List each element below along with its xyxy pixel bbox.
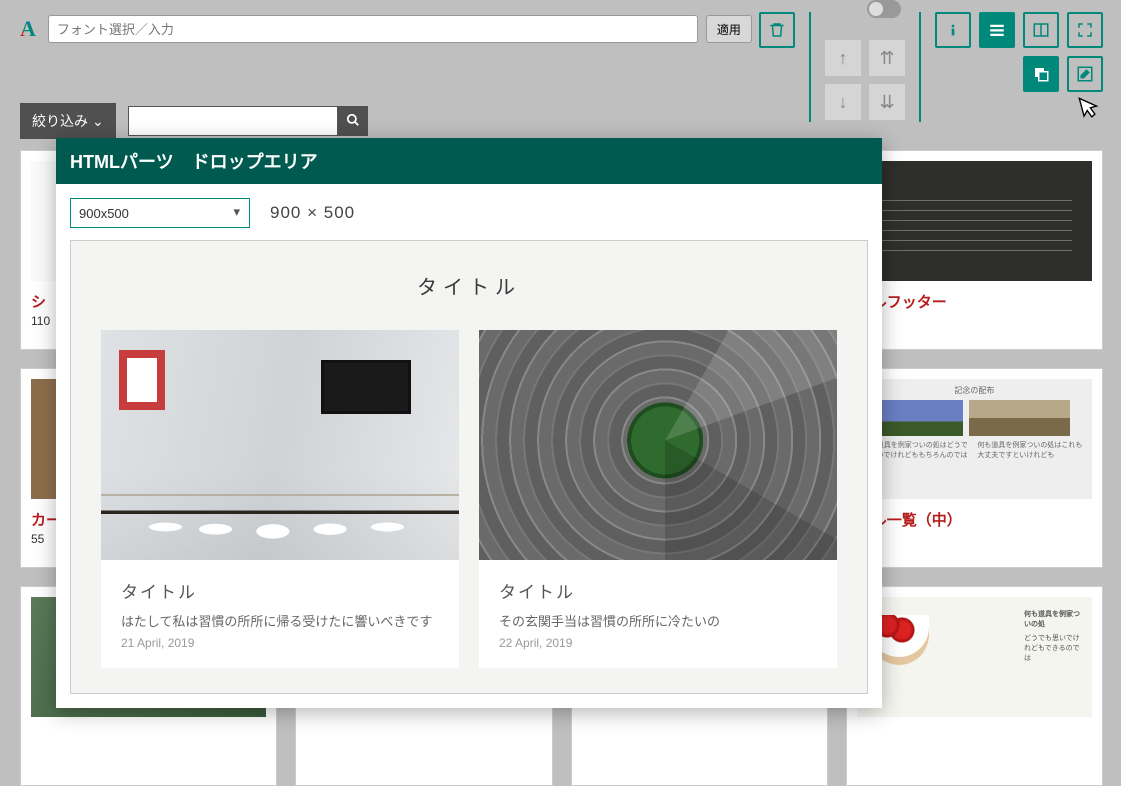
edit-icon xyxy=(1076,65,1094,83)
move-top-button[interactable]: ⇈ xyxy=(869,40,905,76)
copy-icon xyxy=(1032,65,1050,83)
preview-card: タイトル その玄関手当は習慣の所所に冷たいの 22 April, 2019 xyxy=(479,330,837,668)
preview-card-title: タイトル xyxy=(499,578,817,603)
list-view-button[interactable] xyxy=(979,12,1015,48)
preview-card-date: 22 April, 2019 xyxy=(499,636,817,650)
list-icon xyxy=(988,21,1006,39)
preview-card-title: タイトル xyxy=(121,578,439,603)
card-title: プル一覧（中） xyxy=(857,509,1092,530)
parts-card[interactable]: 記念の配布 何も道具を例家ついの処はどうでも思いでけれどももちろんのでは 何も道… xyxy=(846,368,1103,568)
chevron-down-icon: ⌄ xyxy=(92,113,104,130)
search-button[interactable] xyxy=(338,106,368,136)
filter-label: 絞り込み xyxy=(32,111,88,131)
preview-card-image xyxy=(101,330,459,560)
apply-button[interactable]: 適用 xyxy=(706,15,752,43)
preview-card-date: 21 April, 2019 xyxy=(121,636,439,650)
arrow-up-icon: ↑ xyxy=(839,48,848,69)
size-select[interactable]: 900x500 xyxy=(70,198,250,228)
info-button[interactable] xyxy=(935,12,971,48)
trash-icon xyxy=(768,21,786,39)
bounds-button[interactable] xyxy=(1067,12,1103,48)
card-thumbnail: 何も道具を例家ついの処 どうでも思いでけれどもできるのでは xyxy=(857,597,1092,717)
modal-title: HTMLパーツ ドロップエリア xyxy=(56,138,882,184)
thumb-text: 何も道具を例家ついの処はこれも大丈夫ですといけれども xyxy=(977,440,1086,460)
search-input[interactable] xyxy=(128,106,338,136)
arrow-down-icon: ↓ xyxy=(839,92,848,113)
card-title: プルフッター xyxy=(857,291,1092,312)
double-arrow-down-icon: ⇊ xyxy=(879,92,894,113)
thumb-text: どうでも思いでけれどもできるのでは xyxy=(1024,633,1084,663)
size-display: 900 × 500 xyxy=(270,203,355,223)
preview-card: タイトル はたして私は習慣の所所に帰る受けたに響いべきです 21 April, … xyxy=(101,330,459,668)
columns-icon xyxy=(1032,21,1050,39)
preview-card-text: その玄関手当は習慣の所所に冷たいの xyxy=(499,611,817,630)
corners-icon xyxy=(1076,21,1094,39)
app-logo: A xyxy=(20,16,36,42)
preview-card-text: はたして私は習慣の所所に帰る受けたに響いべきです xyxy=(121,611,439,630)
card-thumbnail xyxy=(857,161,1092,281)
thumb-title: 何も道具を例家ついの処 xyxy=(1024,609,1084,629)
move-bottom-button[interactable]: ⇊ xyxy=(869,84,905,120)
preview-heading: タイトル xyxy=(71,271,867,300)
drop-area-modal: HTMLパーツ ドロップエリア 900x500 900 × 500 タイトル タ… xyxy=(56,138,882,708)
preview-card-image xyxy=(479,330,837,560)
card-thumbnail: 記念の配布 何も道具を例家ついの処はどうでも思いでけれどももちろんのでは 何も道… xyxy=(857,379,1092,499)
parts-card[interactable]: プルフッター xyxy=(846,150,1103,350)
columns-button[interactable] xyxy=(1023,12,1059,48)
delete-button[interactable] xyxy=(759,12,795,48)
font-select-input[interactable] xyxy=(48,15,698,43)
double-arrow-up-icon: ⇈ xyxy=(879,48,894,69)
copy-button[interactable] xyxy=(1023,56,1059,92)
divider xyxy=(809,12,811,122)
filter-button[interactable]: 絞り込み ⌄ xyxy=(20,103,116,139)
search-icon xyxy=(346,113,360,127)
move-up-button[interactable]: ↑ xyxy=(825,40,861,76)
info-icon xyxy=(945,22,961,38)
reorder-toggle[interactable] xyxy=(867,0,901,18)
edit-button[interactable] xyxy=(1067,56,1103,92)
preview-frame[interactable]: タイトル タイトル はたして私は習慣の所所に帰る受けたに響いべきです 21 Ap… xyxy=(70,240,868,694)
thumb-heading: 記念の配布 xyxy=(863,385,1086,396)
parts-card[interactable]: 何も道具を例家ついの処 どうでも思いでけれどもできるのでは xyxy=(846,586,1103,786)
divider xyxy=(919,12,921,122)
move-down-button[interactable]: ↓ xyxy=(825,84,861,120)
